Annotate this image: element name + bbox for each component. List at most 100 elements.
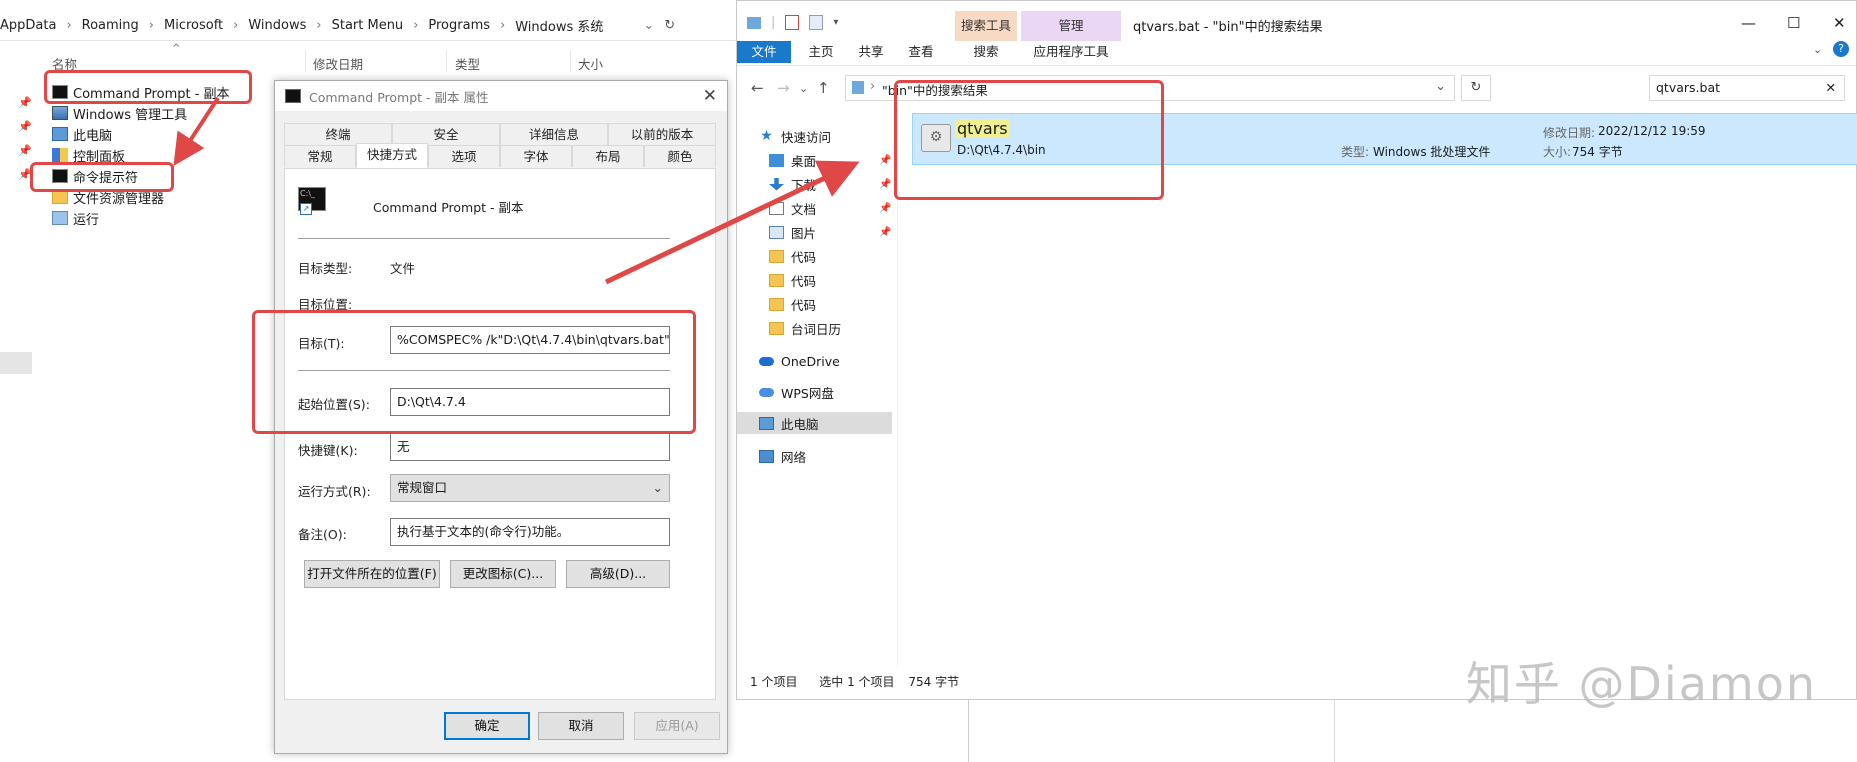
cancel-button[interactable]: 取消 [538, 712, 624, 740]
minimize-icon[interactable]: — [1741, 14, 1756, 32]
nav-desktop[interactable]: 桌面 [769, 149, 816, 171]
nav-wps-drive[interactable]: WPS网盘 [759, 381, 834, 403]
crumb-start-menu[interactable]: Start Menu [332, 18, 404, 33]
customize-dropdown-icon[interactable]: ▾ [833, 17, 838, 28]
background-window-edge [968, 700, 969, 762]
nav-onedrive[interactable]: OneDrive [759, 350, 840, 372]
column-modified[interactable]: 修改日期 [313, 54, 363, 73]
refresh-icon[interactable]: ↻ [1461, 75, 1491, 101]
tab-security[interactable]: 安全 [392, 123, 500, 145]
nav-label: 下载 [791, 177, 817, 193]
crumb-programs[interactable]: Programs [428, 18, 490, 33]
annotation-box [30, 162, 174, 192]
pin-icon[interactable]: 📌 [18, 120, 32, 133]
refresh-icon[interactable]: ↻ [664, 18, 675, 33]
pin-icon[interactable]: 📌 [879, 179, 891, 190]
recent-dropdown-icon[interactable]: ⌄ [799, 82, 808, 95]
apply-button[interactable]: 应用(A) [634, 712, 720, 740]
chevron-down-icon[interactable]: ⌄ [643, 18, 654, 33]
hotkey-label: 快捷键(K): [298, 443, 358, 458]
tab-shortcut[interactable]: 快捷方式 [356, 143, 428, 168]
close-icon[interactable]: ✕ [703, 86, 717, 106]
folder-icon [769, 249, 784, 263]
pin-icon[interactable]: 📌 [18, 96, 32, 109]
crumb-roaming[interactable]: Roaming [82, 18, 139, 33]
list-item-label: Windows 管理工具 [73, 107, 188, 123]
ok-button[interactable]: 确定 [444, 712, 530, 740]
hotkey-input[interactable]: 无 [390, 433, 670, 461]
column-divider[interactable] [570, 50, 571, 72]
desktop-icon [769, 153, 784, 167]
new-folder-icon[interactable] [809, 15, 824, 30]
chevron-down-icon[interactable]: ⌄ [1813, 43, 1822, 56]
maximize-icon[interactable]: ☐ [1787, 14, 1800, 32]
up-icon[interactable]: ↑ [817, 79, 830, 97]
list-item-this-pc[interactable]: 此电脑 [52, 124, 112, 144]
list-item-label: 此电脑 [73, 128, 113, 144]
watermark: 知乎 @Diamon [1465, 657, 1817, 711]
crumb-microsoft[interactable]: Microsoft [164, 18, 223, 33]
nav-label: 代码 [791, 297, 817, 313]
cloud-icon [759, 387, 774, 397]
crumb-windows-system[interactable]: Windows 系统 [515, 16, 603, 35]
nav-this-pc[interactable]: 此电脑 [759, 412, 819, 434]
change-icon-button[interactable]: 更改图标(C)... [450, 560, 556, 588]
dialog-title: Command Prompt - 副本 属性 [309, 89, 489, 105]
tab-share[interactable]: 共享 [849, 41, 893, 63]
back-icon[interactable]: ← [751, 79, 764, 97]
open-file-location-button[interactable]: 打开文件所在的位置(F) [304, 560, 440, 588]
tab-terminal[interactable]: 终端 [284, 123, 392, 145]
tab-general[interactable]: 常规 [284, 145, 356, 167]
clear-search-icon[interactable]: ✕ [1826, 76, 1836, 100]
tab-home[interactable]: 主页 [799, 41, 843, 63]
crumb-chevron-icon: › [66, 17, 72, 33]
search-input[interactable]: qtvars.bat ✕ [1649, 75, 1845, 101]
tab-file[interactable]: 文件 [737, 41, 791, 63]
run-select[interactable]: 常规窗口 ⌄ [390, 474, 670, 502]
dialog-titlebar[interactable]: Command Prompt - 副本 属性 [275, 81, 727, 111]
properties-icon[interactable] [785, 15, 800, 30]
pin-icon[interactable]: 📌 [18, 144, 32, 157]
crumb-appdata[interactable]: AppData [0, 18, 56, 33]
nav-network[interactable]: 网络 [759, 445, 806, 467]
tab-search[interactable]: 搜索 [955, 41, 1017, 63]
tab-details[interactable]: 详细信息 [500, 123, 608, 145]
nav-folder-calendar[interactable]: 台词日历 [769, 317, 841, 339]
nav-downloads[interactable]: 下载 [769, 173, 816, 195]
tab-view[interactable]: 查看 [899, 41, 943, 63]
nav-folder-code-1[interactable]: 代码 [769, 245, 816, 267]
tab-options[interactable]: 选项 [428, 145, 500, 167]
folder-icon [52, 190, 68, 204]
pin-icon[interactable]: 📌 [879, 227, 891, 238]
left-breadcrumb[interactable]: AppData › Roaming › Microsoft › Windows › St… [0, 10, 740, 41]
list-item-run[interactable]: 运行 [52, 208, 99, 228]
nav-folder-code-2[interactable]: 代码 [769, 269, 816, 291]
crumb-windows[interactable]: Windows [248, 18, 306, 33]
chevron-down-icon[interactable]: ⌄ [1435, 79, 1446, 94]
help-icon[interactable]: ? [1833, 41, 1849, 57]
column-divider[interactable] [305, 50, 306, 72]
column-type[interactable]: 类型 [455, 54, 480, 73]
list-item-admin-tools[interactable]: Windows 管理工具 [52, 103, 187, 123]
nav-label: 图片 [791, 225, 817, 241]
column-size[interactable]: 大小 [578, 54, 603, 73]
nav-label: 此电脑 [781, 416, 819, 432]
nav-pictures[interactable]: 图片 [769, 221, 816, 243]
close-icon[interactable]: ✕ [1833, 14, 1846, 32]
comment-input[interactable]: 执行基于文本的(命令行)功能。 [390, 518, 670, 546]
tab-previous-versions[interactable]: 以前的版本 [608, 123, 716, 145]
admin-tools-icon [52, 106, 68, 120]
tab-layout[interactable]: 布局 [572, 145, 644, 167]
column-divider[interactable] [446, 50, 447, 72]
tab-font[interactable]: 字体 [500, 145, 572, 167]
tab-app-tools[interactable]: 应用程序工具 [1021, 41, 1121, 63]
tab-colors[interactable]: 颜色 [644, 145, 716, 167]
advanced-button[interactable]: 高级(D)... [566, 560, 670, 588]
nav-folder-code-3[interactable]: 代码 [769, 293, 816, 315]
pin-icon[interactable]: 📌 [879, 155, 891, 166]
nav-quick-access[interactable]: ★ 快速访问 [759, 125, 831, 147]
nav-documents[interactable]: 文档 [769, 197, 816, 219]
pin-icon[interactable]: 📌 [879, 203, 891, 214]
crumb-chevron-icon: › [316, 17, 322, 33]
forward-icon[interactable]: → [777, 79, 790, 97]
